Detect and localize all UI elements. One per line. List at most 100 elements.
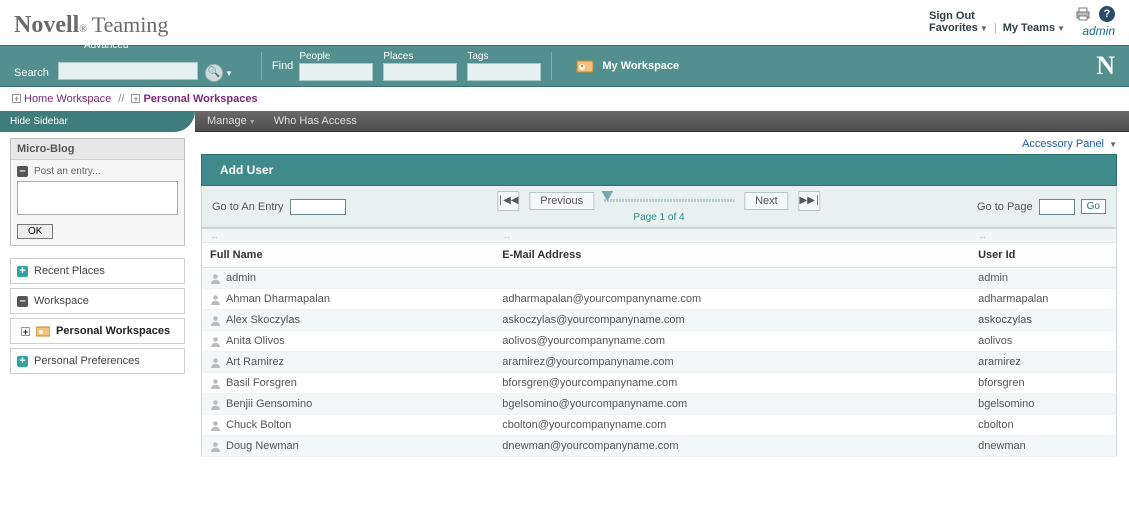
resize-handle-icon[interactable]: ↔ (978, 231, 985, 241)
chevron-down-icon[interactable]: ▼ (225, 69, 233, 78)
places-input[interactable] (383, 63, 457, 81)
brand-novell: Novell (14, 12, 79, 38)
signout-link[interactable]: Sign Out (929, 10, 975, 22)
last-page-button[interactable]: ▶▶∣ (799, 191, 821, 211)
add-user-button[interactable]: Add User (201, 154, 1117, 186)
expand-icon[interactable]: + (131, 94, 140, 103)
expand-icon[interactable]: + (12, 94, 21, 103)
plus-icon: + (17, 266, 28, 277)
accessory-panel-toggle[interactable]: Accessory Panel ▼ (201, 138, 1117, 150)
go-to-page-input[interactable] (1039, 199, 1075, 215)
sidebar-item-personal-preferences[interactable]: +Personal Preferences (10, 348, 185, 374)
table-row[interactable]: Benjii Gensominobgelsomino@yourcompanyna… (202, 394, 1117, 415)
plus-icon: + (17, 356, 28, 367)
divider (261, 52, 262, 80)
search-input[interactable] (58, 62, 198, 80)
cell-userid: dnewman (970, 436, 1116, 457)
user-icon (210, 273, 221, 284)
user-icon (210, 357, 221, 368)
previous-button[interactable]: Previous (529, 192, 594, 210)
table-row[interactable]: Doug Newmandnewman@yourcompanyname.comdn… (202, 436, 1117, 457)
cell-email: aolivos@yourcompanyname.com (494, 331, 970, 352)
table-row[interactable]: Ahman Dharmapalanadharmapalan@yourcompan… (202, 289, 1117, 310)
minus-icon: – (17, 296, 28, 307)
chevron-down-icon: ▼ (980, 24, 988, 33)
microblog-heading: Micro-Blog (11, 139, 184, 160)
col-header-userid[interactable]: User Id (970, 243, 1116, 268)
table-row[interactable]: admin admin (202, 268, 1117, 289)
go-to-entry-input[interactable] (290, 199, 346, 215)
go-button[interactable]: Go (1081, 199, 1106, 214)
divider (551, 52, 552, 80)
sidebar-item-personal-workspaces[interactable]: + Personal Workspaces (10, 318, 185, 344)
help-icon[interactable]: ? (1099, 6, 1115, 22)
cell-fullname: Anita Olivos (202, 331, 495, 352)
sidebar-item-recent-places[interactable]: +Recent Places (10, 258, 185, 284)
table-row[interactable]: Art Ramirezaramirez@yourcompanyname.coma… (202, 352, 1117, 373)
hide-sidebar-button[interactable]: Hide Sidebar (0, 111, 195, 132)
manage-menu[interactable]: Manage▼ (207, 115, 256, 127)
tags-input[interactable] (467, 63, 541, 81)
table-row[interactable]: Anita Olivosaolivos@yourcompanyname.coma… (202, 331, 1117, 352)
cell-fullname: admin (202, 268, 495, 289)
current-user: admin (1082, 24, 1115, 38)
cell-fullname: Doug Newman (202, 436, 495, 457)
cell-userid: admin (970, 268, 1116, 289)
resize-handle-icon[interactable]: ↔ (210, 231, 217, 241)
people-label: People (299, 51, 373, 62)
people-input[interactable] (299, 63, 373, 81)
cell-email: dnewman@yourcompanyname.com (494, 436, 970, 457)
cell-email: aramirez@yourcompanyname.com (494, 352, 970, 373)
cell-userid: aramirez (970, 352, 1116, 373)
ok-button[interactable]: OK (17, 224, 53, 239)
myteams-menu[interactable]: My Teams▼ (1003, 22, 1065, 34)
sidebar-item-workspace[interactable]: –Workspace (10, 288, 185, 314)
search-label: Search (14, 67, 49, 79)
search-button[interactable]: 🔍 (205, 64, 223, 82)
resize-handle-icon[interactable]: ↔ (502, 231, 509, 241)
cell-userid: bgelsomino (970, 394, 1116, 415)
user-icon (210, 420, 221, 431)
cell-userid: adharmapalan (970, 289, 1116, 310)
table-row[interactable]: Basil Forsgrenbforsgren@yourcompanyname.… (202, 373, 1117, 394)
cell-userid: bforsgren (970, 373, 1116, 394)
table-row[interactable]: Chuck Boltoncbolton@yourcompanyname.comc… (202, 415, 1117, 436)
advanced-link[interactable]: Advanced (84, 40, 128, 51)
first-page-button[interactable]: ∣◀◀ (497, 191, 519, 211)
favorites-menu[interactable]: Favorites▼ (929, 22, 988, 34)
folder-people-icon (36, 325, 50, 337)
collapse-icon[interactable]: – (17, 166, 28, 177)
cell-fullname: Benjii Gensomino (202, 394, 495, 415)
col-header-email[interactable]: E-Mail Address (494, 243, 970, 268)
myworkspace-link[interactable]: My Workspace (576, 58, 679, 74)
cell-userid: askoczylas (970, 310, 1116, 331)
tags-label: Tags (467, 51, 541, 62)
user-icon (210, 441, 221, 452)
novell-n-logo: N (1096, 51, 1115, 81)
chevron-down-icon: ▼ (1109, 140, 1117, 149)
table-row[interactable]: Alex Skoczylasaskoczylas@yourcompanyname… (202, 310, 1117, 331)
go-to-entry-label: Go to An Entry (212, 201, 284, 213)
user-icon (210, 336, 221, 347)
page-slider[interactable] (604, 199, 734, 202)
print-icon[interactable] (1075, 7, 1091, 21)
slider-thumb-icon[interactable] (601, 191, 613, 201)
microblog-textarea[interactable] (17, 181, 178, 215)
cell-userid: cbolton (970, 415, 1116, 436)
users-table: ↔ ↔ ↔ Full Name E-Mail Address User Id a… (201, 228, 1117, 457)
cell-email: bgelsomino@yourcompanyname.com (494, 394, 970, 415)
expand-icon[interactable]: + (21, 327, 30, 336)
crumb-personal[interactable]: Personal Workspaces (143, 93, 257, 105)
cell-email: cbolton@yourcompanyname.com (494, 415, 970, 436)
go-to-page-label: Go to Page (977, 201, 1033, 213)
crumb-home[interactable]: Home Workspace (24, 93, 111, 105)
next-button[interactable]: Next (744, 192, 789, 210)
who-has-access-link[interactable]: Who Has Access (274, 115, 357, 127)
user-icon (210, 315, 221, 326)
find-label: Find (272, 60, 293, 72)
cell-email: adharmapalan@yourcompanyname.com (494, 289, 970, 310)
col-header-fullname[interactable]: Full Name (202, 243, 495, 268)
brand-reg: ® (79, 24, 87, 35)
cell-fullname: Basil Forsgren (202, 373, 495, 394)
cell-fullname: Art Ramirez (202, 352, 495, 373)
